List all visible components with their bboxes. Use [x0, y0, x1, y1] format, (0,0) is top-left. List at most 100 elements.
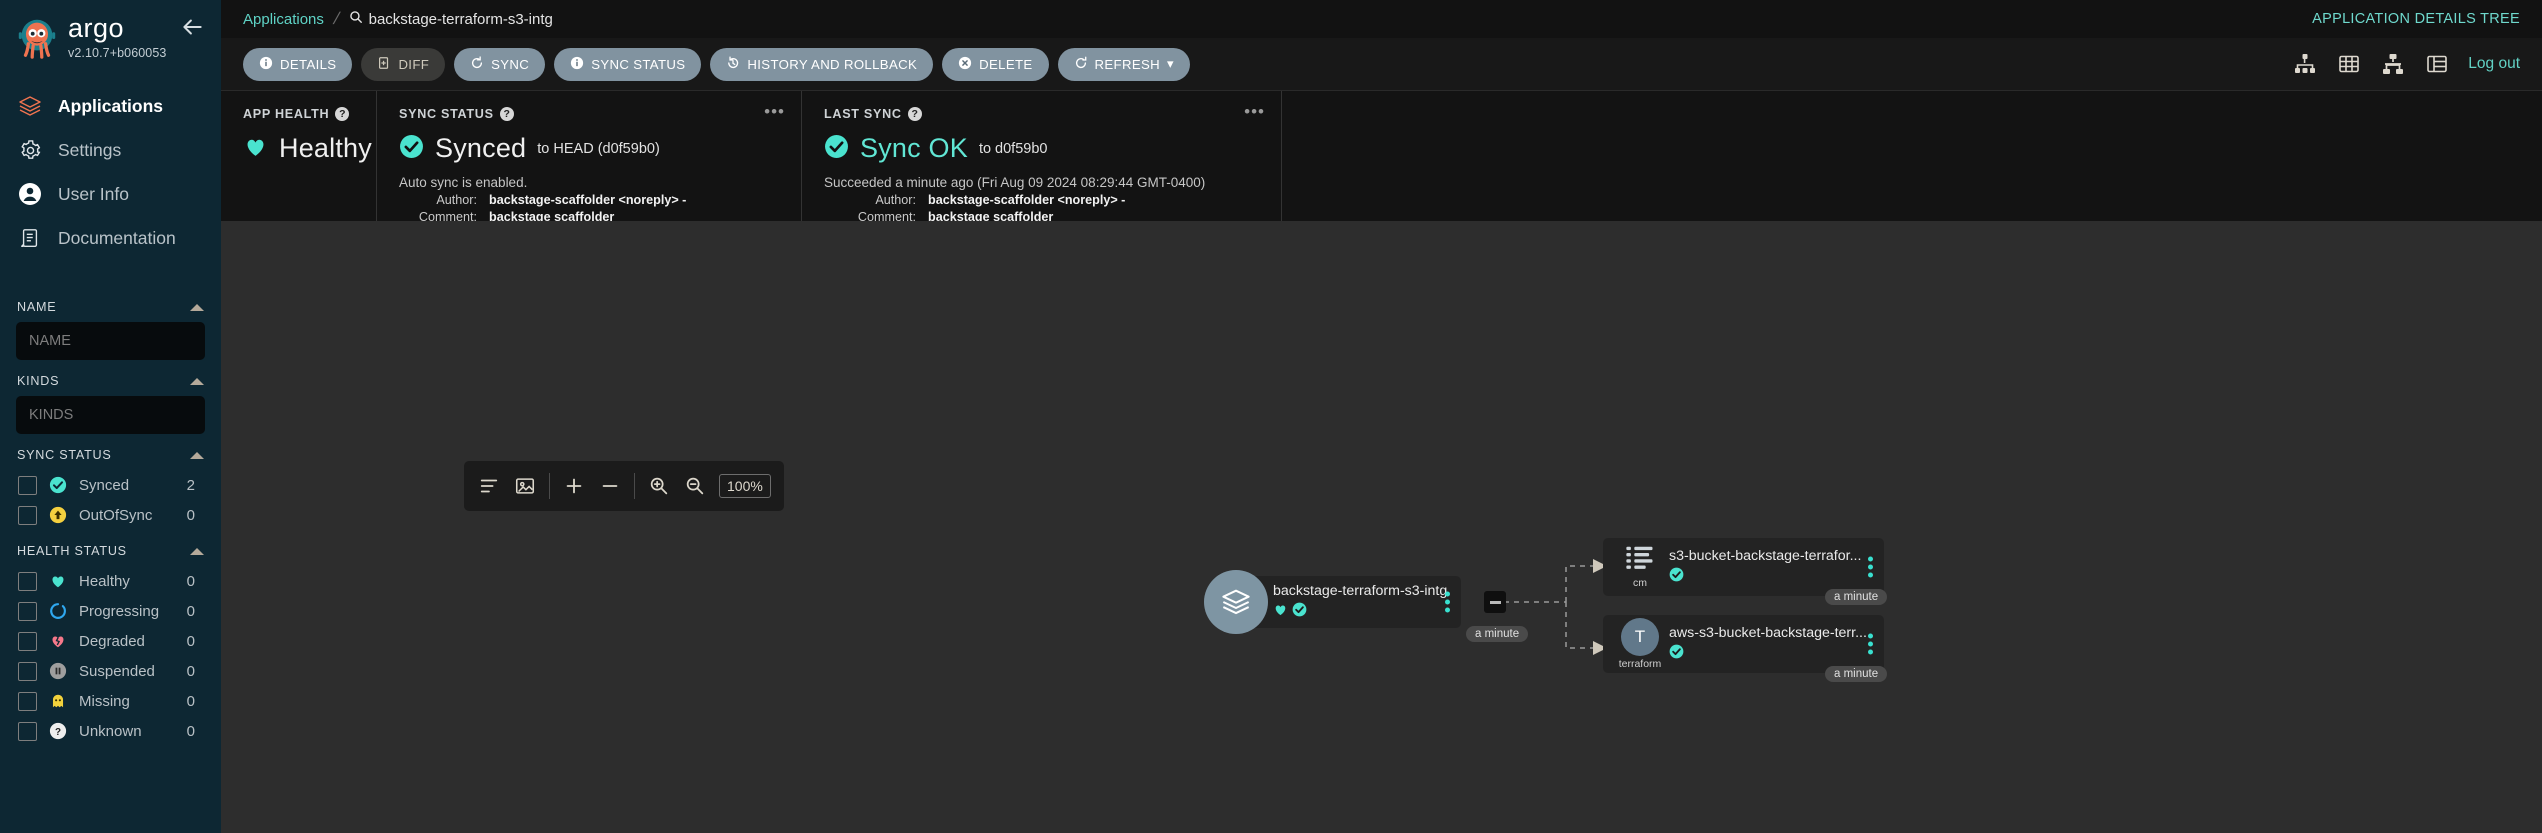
tree-node-application-status-icons	[1273, 602, 1447, 622]
filter-row-missing[interactable]: Missing 0	[16, 686, 205, 716]
svg-text:?: ?	[55, 727, 61, 738]
tree-node-application-menu[interactable]	[1445, 589, 1450, 616]
chevron-up-icon[interactable]	[190, 547, 204, 555]
breadcrumb-bar: Applications / backstage-terraform-s3-in…	[221, 0, 2542, 38]
fit-to-screen-icon[interactable]	[513, 474, 537, 498]
kinds-filter-input[interactable]	[16, 396, 205, 434]
tree-view-icon[interactable]	[2292, 51, 2318, 77]
details-button-label: DETAILS	[280, 56, 337, 72]
brand-text: argo v2.10.7+b060053	[68, 14, 176, 62]
checkbox-suspended[interactable]	[18, 661, 37, 681]
status-strip-filler	[1281, 91, 2542, 221]
logout-button[interactable]: Log out	[2468, 55, 2520, 73]
chevron-up-icon[interactable]	[190, 451, 204, 459]
filter-count-outofsync: 0	[186, 506, 195, 524]
list-view-icon[interactable]	[2424, 51, 2450, 77]
tree-node-resource-menu[interactable]	[1868, 631, 1873, 658]
tree-node-resource-menu[interactable]	[1868, 554, 1873, 581]
zoom-level-input[interactable]: 100%	[719, 474, 771, 498]
sync-button[interactable]: SYNC	[454, 47, 546, 81]
plus-icon[interactable]	[562, 474, 586, 498]
filter-header-name[interactable]: NAME	[16, 286, 205, 322]
tree-node-application[interactable]: backstage-terraform-s3-intg	[1204, 570, 1461, 634]
view-switcher: Log out	[2292, 51, 2520, 77]
history-and-rollback-button[interactable]: HISTORY AND ROLLBACK	[710, 47, 934, 81]
tree-node-resource-configmap[interactable]: cm s3-bucket-backstage-terrafor...	[1603, 538, 1884, 596]
minus-icon[interactable]	[598, 474, 622, 498]
delete-button-label: DELETE	[979, 56, 1033, 72]
chevron-up-icon[interactable]	[190, 377, 204, 385]
filter-row-unknown[interactable]: ? Unknown 0	[16, 716, 205, 746]
check-circle-icon	[1292, 602, 1307, 622]
breadcrumb-current: backstage-terraform-s3-intg	[349, 10, 553, 28]
checkbox-missing[interactable]	[18, 691, 37, 711]
last-sync-value-row: Sync OK to d0f59b0	[824, 133, 1259, 164]
help-icon[interactable]: ?	[335, 107, 350, 121]
sidebar-item-settings[interactable]: Settings	[0, 128, 221, 172]
name-filter-input[interactable]	[16, 322, 205, 360]
tree-node-resource-age: a minute	[1825, 589, 1888, 605]
details-button[interactable]: DETAILS	[243, 47, 353, 81]
chevron-up-icon[interactable]	[190, 303, 204, 311]
filters-panel: NAME KINDS SYNC STATUS	[0, 286, 221, 746]
diff-button[interactable]: DIFF	[361, 47, 446, 81]
pods-grid-icon[interactable]	[2336, 51, 2362, 77]
sync-status-button[interactable]: SYNC STATUS	[554, 47, 702, 81]
sync-status-more-menu[interactable]: •••	[764, 103, 785, 120]
collapse-sidebar-icon[interactable]	[179, 14, 205, 40]
filter-row-healthy[interactable]: Healthy 0	[16, 566, 205, 596]
delete-button[interactable]: DELETE	[942, 47, 1049, 81]
toolbar-divider	[634, 473, 635, 499]
breadcrumb-applications[interactable]: Applications	[243, 11, 324, 28]
network-view-icon[interactable]	[2380, 51, 2406, 77]
filter-header-kinds[interactable]: KINDS	[16, 360, 205, 396]
filter-label-outofsync: OutOfSync	[79, 506, 153, 524]
list-layout-icon[interactable]	[477, 474, 501, 498]
tree-node-application-body: backstage-terraform-s3-intg	[1273, 583, 1447, 622]
chevron-down-icon: ▾	[1167, 56, 1174, 71]
filter-row-suspended[interactable]: Suspended 0	[16, 656, 205, 686]
checkbox-progressing[interactable]	[18, 601, 37, 621]
refresh-button[interactable]: REFRESH ▾	[1057, 47, 1190, 81]
sidebar-item-applications[interactable]: Applications	[0, 84, 221, 128]
checkbox-unknown[interactable]	[18, 721, 37, 741]
zoom-in-icon[interactable]	[647, 474, 671, 498]
check-circle-icon	[399, 134, 424, 164]
sidebar-item-user-info[interactable]: User Info	[0, 172, 221, 216]
spinner-icon	[48, 601, 68, 621]
help-icon[interactable]: ?	[499, 107, 514, 121]
application-tree-canvas[interactable]: 100% backstage-terraform-s3-intg a minut…	[221, 221, 2542, 833]
tree-node-resource-kind-label: terraform	[1618, 658, 1662, 670]
heart-icon	[48, 571, 68, 591]
filter-row-progressing[interactable]: Progressing 0	[16, 596, 205, 626]
last-sync-author-value: backstage-scaffolder <noreply> -	[928, 193, 1126, 207]
sync-icon	[470, 55, 484, 73]
diff-icon	[377, 56, 391, 73]
check-circle-icon	[1669, 644, 1684, 664]
last-sync-more-menu[interactable]: •••	[1244, 103, 1265, 120]
filter-label-degraded: Degraded	[79, 632, 145, 650]
sync-button-label: SYNC	[491, 56, 530, 72]
tree-node-application-age: a minute	[1466, 626, 1529, 642]
filter-row-outofsync[interactable]: OutOfSync 0	[16, 500, 205, 530]
filter-count-degraded: 0	[186, 632, 195, 650]
arrow-up-circle-icon	[48, 505, 68, 525]
book-icon	[17, 225, 43, 251]
checkbox-degraded[interactable]	[18, 631, 37, 651]
action-toolbar: DETAILS DIFF SYNC SYNC STATUS HISTORY AN…	[221, 38, 2542, 91]
sidebar-item-documentation[interactable]: Documentation	[0, 216, 221, 260]
collapse-children-button[interactable]	[1484, 591, 1506, 613]
filter-header-health-status[interactable]: HEALTH STATUS	[16, 530, 205, 566]
filter-row-synced[interactable]: Synced 2	[16, 470, 205, 500]
tree-node-resource-terraform[interactable]: T terraform aws-s3-bucket-backstage-terr…	[1603, 615, 1884, 673]
checkbox-outofsync[interactable]	[18, 505, 37, 525]
filter-row-degraded[interactable]: Degraded 0	[16, 626, 205, 656]
help-icon[interactable]: ?	[907, 107, 922, 121]
app-health-header: APP HEALTH ?	[243, 107, 354, 121]
zoom-out-icon[interactable]	[683, 474, 707, 498]
filter-header-sync-status[interactable]: SYNC STATUS	[16, 434, 205, 470]
app-health-panel: APP HEALTH ? Healthy	[221, 91, 376, 221]
sync-status-value: Synced	[435, 133, 527, 163]
checkbox-synced[interactable]	[18, 475, 37, 495]
checkbox-healthy[interactable]	[18, 571, 37, 591]
